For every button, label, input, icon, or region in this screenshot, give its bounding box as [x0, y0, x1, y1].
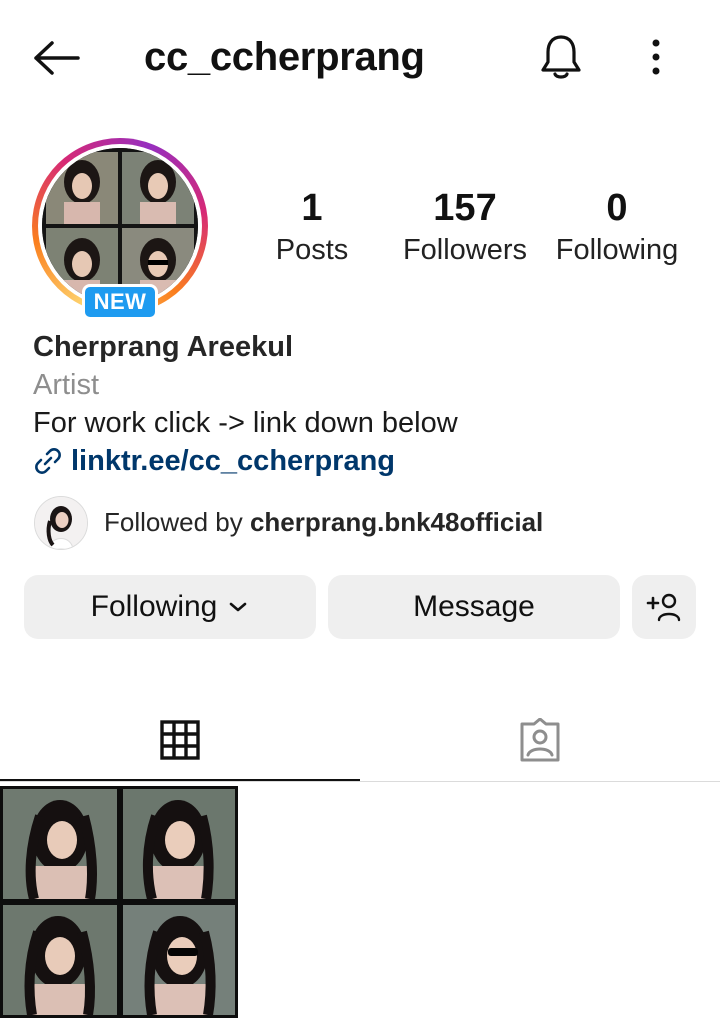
posts-label: Posts — [275, 234, 349, 266]
notifications-button[interactable] — [534, 30, 588, 84]
back-button[interactable] — [28, 36, 84, 80]
message-button-label: Message — [413, 590, 535, 623]
posts-count[interactable]: 1 Posts — [262, 186, 362, 270]
followed-by-text[interactable]: Followed by cherprang.bnk48official — [104, 504, 543, 540]
full-name: Cherprang Areekul — [33, 331, 293, 363]
more-vertical-icon — [652, 39, 660, 75]
following-button-label: Following — [90, 590, 218, 623]
arrow-left-icon — [34, 41, 80, 75]
message-button[interactable]: Message — [328, 575, 620, 639]
following-count[interactable]: 0 Following — [544, 186, 690, 270]
followed-by-prefix: Followed by — [104, 507, 250, 537]
bell-icon — [541, 35, 581, 79]
followers-number: 157 — [433, 187, 497, 229]
following-button[interactable]: Following — [24, 575, 316, 639]
add-user-icon — [646, 593, 681, 622]
tagged-icon — [520, 718, 560, 762]
bio-text: For work click -> link down below — [33, 407, 458, 439]
suggested-people-button[interactable] — [632, 575, 696, 639]
post-thumbnail[interactable] — [0, 786, 238, 1018]
following-number: 0 — [606, 187, 628, 229]
posts-number: 1 — [301, 187, 323, 229]
category-label: Artist — [33, 369, 100, 401]
following-label: Following — [555, 234, 679, 266]
chevron-down-icon — [230, 602, 247, 612]
tab-tagged[interactable] — [360, 700, 720, 780]
new-badge: NEW — [82, 284, 158, 320]
link-icon — [35, 448, 61, 474]
grid-icon — [160, 720, 200, 760]
more-options-button[interactable] — [636, 30, 676, 84]
mutual-follower-avatar[interactable] — [34, 496, 88, 550]
tab-divider — [0, 781, 720, 782]
tab-posts-grid[interactable] — [0, 700, 360, 780]
bio-link-text: linktr.ee/cc_ccherprang — [71, 445, 395, 477]
page-title: cc_ccherprang — [144, 35, 425, 79]
followed-by-username: cherprang.bnk48official — [249, 507, 544, 537]
followers-label: Followers — [402, 234, 528, 266]
bio-link[interactable]: linktr.ee/cc_ccherprang — [33, 442, 395, 480]
followers-count[interactable]: 157 Followers — [390, 186, 540, 270]
avatar-photo — [42, 148, 198, 304]
